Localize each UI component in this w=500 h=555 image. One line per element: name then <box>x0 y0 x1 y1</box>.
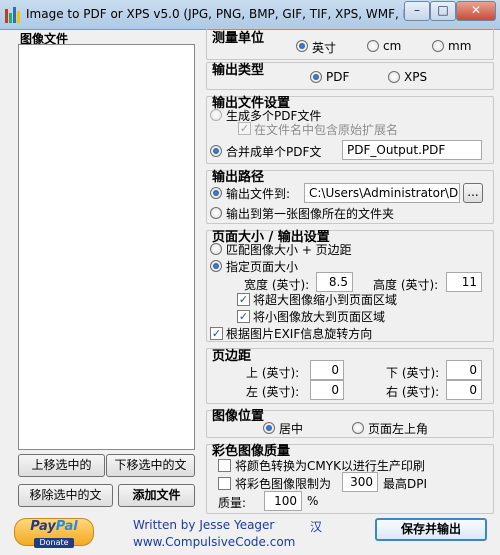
limit-dpi-checkbox[interactable] <box>218 477 231 490</box>
quality-percent-label: % <box>307 494 319 508</box>
specify-size-label: 指定页面大小 <box>226 260 299 274</box>
enlarge-checkbox[interactable]: ✓ <box>237 310 250 323</box>
image-file-list[interactable] <box>18 44 195 450</box>
image-position-title: 图像位置 <box>212 409 265 424</box>
margin-top-input[interactable]: 0 <box>310 360 344 380</box>
position-center-label: 居中 <box>279 422 304 436</box>
output-type-title: 输出类型 <box>212 63 265 78</box>
unit-mm-label: mm <box>448 39 472 53</box>
output-pdf-radio[interactable] <box>310 71 322 83</box>
dpi-input[interactable]: 300 <box>342 472 378 492</box>
include-ext-label: 在文件名中包含原始扩展名 <box>254 123 399 137</box>
cmyk-label: 将颜色转换为CMYK以进行生产印刷 <box>235 459 425 473</box>
add-files-button[interactable]: 添加文件 <box>118 484 195 507</box>
margin-right-label: 右 (英寸): <box>386 385 440 399</box>
output-path-input[interactable]: C:\Users\Administrator\Deskto <box>304 183 460 203</box>
shrink-label: 将超大图像缩小到页面区域 <box>253 293 398 307</box>
quality-label: 质量: <box>218 496 247 510</box>
enlarge-label: 将小图像放大到页面区域 <box>253 310 386 324</box>
cmyk-checkbox[interactable] <box>218 459 231 472</box>
unit-mm-radio[interactable] <box>432 40 444 52</box>
merge-single-radio[interactable] <box>210 145 222 157</box>
margin-left-label: 左 (英寸): <box>246 385 300 399</box>
exif-rotate-label: 根据图片EXIF信息旋转方向 <box>226 327 373 341</box>
paypal-donate-button[interactable]: PayPal Donate <box>14 518 94 548</box>
match-image-label: 匹配图像大小 + 页边距 <box>226 243 352 257</box>
match-image-radio[interactable] <box>210 243 222 255</box>
paypal-donate-label: Donate <box>34 538 74 548</box>
output-xps-radio[interactable] <box>388 71 400 83</box>
output-pdf-label: PDF <box>326 70 350 84</box>
close-button[interactable]: ✕ <box>456 1 496 21</box>
output-to-first-image-label: 输出到第一张图像所在的文件夹 <box>226 207 395 221</box>
output-xps-label: XPS <box>404 70 428 84</box>
margin-bottom-input[interactable]: 0 <box>446 360 482 380</box>
save-and-output-button[interactable]: 保存并输出 <box>375 518 487 541</box>
unit-inch-radio[interactable] <box>296 40 308 52</box>
title-bar: Image to PDF or XPS v5.0 (JPG, PNG, BMP,… <box>0 0 500 30</box>
output-to-first-image-radio[interactable] <box>210 207 222 219</box>
output-to-folder-label: 输出文件到: <box>226 187 291 201</box>
limit-dpi-label: 将彩色图像限制为 <box>235 477 332 491</box>
remove-selected-button[interactable]: 移除选中的文 <box>18 484 113 507</box>
margin-right-input[interactable]: 0 <box>446 380 482 400</box>
output-path-title: 输出路径 <box>212 170 265 185</box>
specify-size-radio[interactable] <box>210 260 222 272</box>
unit-inch-label: 英寸 <box>312 41 337 55</box>
include-ext-checkbox[interactable]: ✓ <box>238 122 251 135</box>
window-title: Image to PDF or XPS v5.0 (JPG, PNG, BMP,… <box>26 7 422 21</box>
output-filename-input[interactable]: PDF_Output.PDF <box>342 140 482 160</box>
move-down-button[interactable]: 下移选中的文 <box>106 454 195 477</box>
margin-left-input[interactable]: 0 <box>310 380 344 400</box>
move-up-button[interactable]: 上移选中的 <box>18 454 105 477</box>
position-center-radio[interactable] <box>263 422 275 434</box>
maximize-button[interactable]: □ <box>430 1 456 21</box>
browse-button[interactable]: ... <box>463 183 483 203</box>
position-top-left-radio[interactable] <box>352 422 364 434</box>
height-input[interactable]: 11 <box>446 272 482 292</box>
output-to-folder-radio[interactable] <box>210 187 222 199</box>
shrink-checkbox[interactable]: ✓ <box>237 293 250 306</box>
quality-input[interactable]: 100 <box>264 491 302 511</box>
author-link[interactable]: Written by Jesse Yeager <box>133 518 274 532</box>
exif-rotate-checkbox[interactable]: ✓ <box>210 327 223 340</box>
margin-bottom-label: 下 (英寸): <box>386 366 440 380</box>
website-link[interactable]: www.CompulsiveCode.com <box>133 535 295 549</box>
paypal-logo: PayPal <box>30 519 78 534</box>
width-input[interactable]: 8.5 <box>316 272 353 292</box>
unit-cm-radio[interactable] <box>367 40 379 52</box>
multi-pdf-radio[interactable] <box>210 109 222 121</box>
merge-single-label: 合并成单个PDF文 <box>226 145 322 159</box>
unit-cm-label: cm <box>383 39 402 53</box>
dpi-suffix-label: 最高DPI <box>383 477 428 491</box>
margins-title: 页边距 <box>212 349 252 364</box>
app-icon <box>5 7 21 23</box>
minimize-button[interactable]: – <box>404 1 430 21</box>
chinese-language-link[interactable]: 汉 <box>310 518 322 535</box>
position-top-left-label: 页面左上角 <box>368 422 429 436</box>
margin-top-label: 上 (英寸): <box>246 366 300 380</box>
units-title: 测量单位 <box>212 31 265 46</box>
